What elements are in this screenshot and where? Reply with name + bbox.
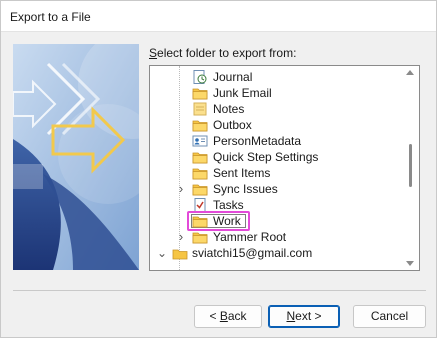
cancel-button[interactable]: Cancel (353, 305, 426, 328)
back-button-label: ack (227, 309, 247, 323)
tree-item-label: Outbox (213, 118, 252, 132)
tree-item[interactable]: Sent Items (150, 165, 400, 181)
contact-card-icon (192, 134, 208, 148)
mailbox-icon (172, 246, 188, 260)
tree-item[interactable]: › Sync Issues (150, 181, 400, 197)
prompt-accelerator: S (149, 46, 158, 60)
tree-item-label: Work (213, 214, 241, 228)
scroll-up-arrow-icon[interactable] (406, 70, 414, 75)
tree-item-label: Sent Items (213, 166, 271, 180)
back-button-accelerator: B (219, 309, 228, 323)
next-button-accelerator: N (286, 309, 296, 323)
tree-scrollbar[interactable] (402, 66, 419, 270)
folder-icon (192, 118, 208, 132)
tree-item[interactable]: PersonMetadata (150, 133, 400, 149)
export-to-file-dialog: Export to a File Select folder to export… (0, 0, 437, 338)
chevron-down-icon[interactable]: ⌄ (157, 245, 167, 261)
tree-item-label: Tasks (213, 198, 244, 212)
back-button[interactable]: < Back (194, 305, 262, 328)
tree-item[interactable]: ⌄ sviatchi15@gmail.com (150, 245, 400, 261)
next-button-label: ext > (295, 309, 322, 323)
tree-item-label: Journal (213, 70, 253, 84)
folder-icon (192, 214, 208, 228)
tree-item[interactable]: Junk Email (150, 85, 400, 101)
tree-item[interactable]: Outbox (150, 117, 400, 133)
dialog-title: Export to a File (10, 10, 91, 24)
back-button-prefix: < (209, 309, 220, 323)
next-button[interactable]: Next > (268, 305, 340, 328)
folder-icon (192, 150, 208, 164)
folder-icon (192, 230, 208, 244)
tree-item[interactable]: Quick Step Settings (150, 149, 400, 165)
chevron-right-icon[interactable]: › (176, 181, 186, 197)
tree-item[interactable]: Notes (150, 101, 400, 117)
tree-item[interactable]: Work (150, 211, 400, 231)
tree-item-label: Notes (213, 102, 245, 116)
tree-item-label: Quick Step Settings (213, 150, 319, 164)
scroll-down-arrow-icon[interactable] (406, 261, 414, 266)
wizard-banner-image (13, 44, 139, 270)
folder-icon (192, 182, 208, 196)
tree-item-label: Junk Email (213, 86, 272, 100)
tree-item[interactable]: › Yammer Root (150, 229, 400, 245)
select-folder-prompt: Select folder to export from: (149, 46, 296, 60)
tasks-icon (192, 198, 208, 212)
folder-tree[interactable]: Journal Junk Email Notes Outbox PersonMetada… (149, 65, 420, 271)
folder-icon (192, 166, 208, 180)
chevron-right-icon[interactable]: › (176, 229, 186, 245)
title-bar: Export to a File (1, 1, 436, 32)
tree-item-label: Yammer Root (213, 230, 287, 244)
journal-icon (192, 70, 208, 84)
prompt-text: elect folder to export from: (157, 46, 297, 60)
tree-item-label: sviatchi15@gmail.com (192, 246, 313, 260)
tree-item[interactable]: Journal (150, 69, 400, 85)
folder-icon (192, 86, 208, 100)
divider (13, 290, 426, 291)
scrollbar-thumb[interactable] (409, 144, 412, 187)
tree-item-label: Sync Issues (213, 182, 278, 196)
notes-icon (192, 102, 208, 116)
tree-item-label: PersonMetadata (213, 134, 302, 148)
